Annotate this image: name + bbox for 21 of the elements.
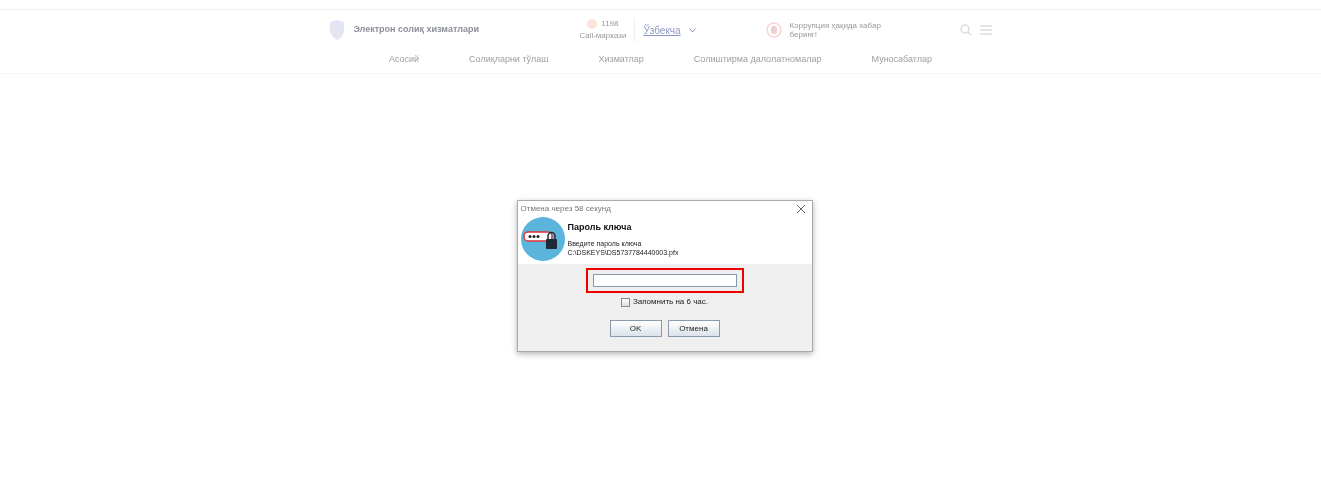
nav-link[interactable]: Солиштирма далолатномалар	[693, 52, 822, 67]
password-field[interactable]	[592, 274, 737, 287]
shield-logo-icon	[329, 20, 346, 40]
call-center-label: Call-маркази	[579, 30, 627, 42]
corruption-report-link[interactable]: Коррупция ҳақида хабар беринг!	[789, 21, 890, 39]
dialog-title: Отмена через 58 секунд	[520, 203, 611, 215]
key-password-icon	[520, 217, 565, 261]
dialog-heading: Пароль ключа	[567, 221, 633, 235]
close-icon[interactable]	[796, 205, 805, 213]
nav-link[interactable]: Солиқларни тўлаш	[469, 52, 549, 67]
language-selector[interactable]: Ўзбекча	[643, 22, 681, 38]
dialog-button[interactable]: Отмена	[667, 320, 720, 337]
dialog-button[interactable]: OK	[609, 320, 662, 337]
remember-label: Запомнить на 6 час.	[632, 296, 709, 308]
site-title: Электрон солиқ хизматлари	[353, 23, 479, 37]
remember-checkbox[interactable]	[620, 297, 630, 307]
nav-link[interactable]: Хизматлар	[598, 52, 644, 67]
nav-link[interactable]: Асосий	[388, 52, 420, 67]
call-number: 1198	[601, 18, 619, 30]
chevron-icon	[688, 27, 696, 33]
nav-link[interactable]: Муносабатлар	[871, 52, 933, 67]
